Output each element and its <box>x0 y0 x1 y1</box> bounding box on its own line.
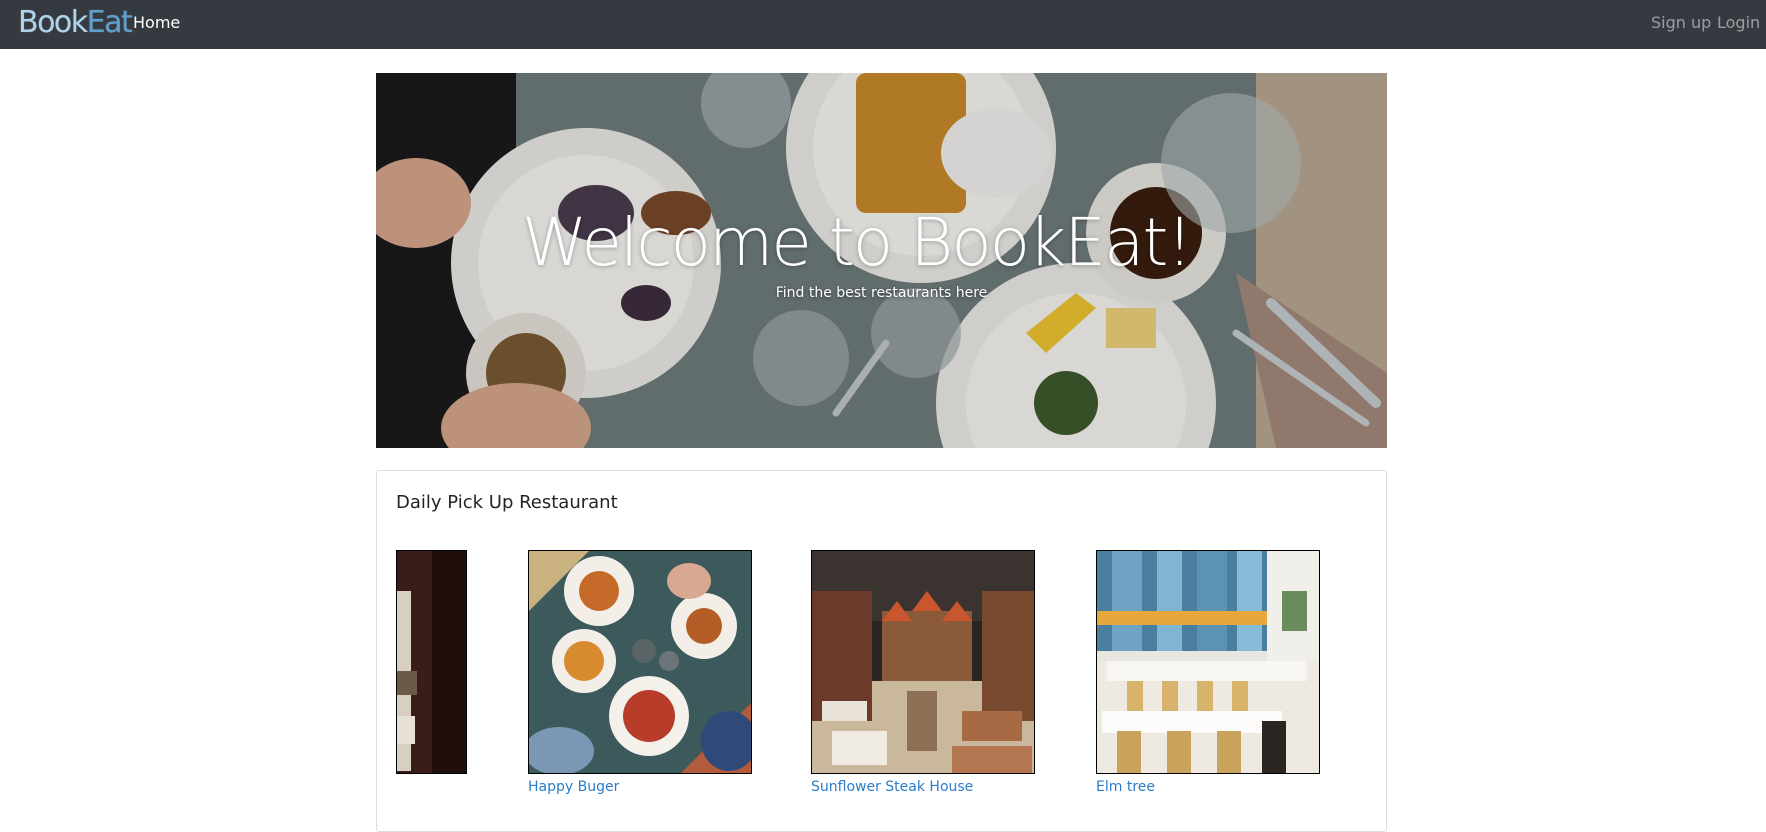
hero-heading: Welcome to BookEat! <box>522 204 1193 281</box>
daily-pick-title: Daily Pick Up Restaurant <box>396 492 618 513</box>
restaurant-link-elm-tree[interactable]: Elm tree <box>1096 777 1155 797</box>
restaurant-image-sunflower-steak-house[interactable] <box>811 550 1035 774</box>
hero-subtitle: Find the best restaurants here <box>775 285 988 301</box>
nav-signup-link[interactable]: Sign up <box>1651 12 1711 34</box>
brand-logo-book: Book <box>18 5 88 40</box>
nav-login-link[interactable]: Login <box>1717 12 1760 34</box>
brand-logo-eat: Eat <box>86 5 133 40</box>
restaurant-link-happy-buger[interactable]: Happy Buger <box>528 777 619 797</box>
restaurant-link-sunflower-steak-house[interactable]: Sunflower Steak House <box>811 777 973 797</box>
daily-pick-card: Daily Pick Up Restaurant Happy Buger Sun… <box>376 470 1387 832</box>
restaurant-image-happy-buger[interactable] <box>528 550 752 774</box>
hero-heading-wrap: Welcome to BookEat! <box>522 204 1193 282</box>
hero-banner: Welcome to BookEat! Find the best restau… <box>376 73 1387 448</box>
nav-home-link[interactable]: Home <box>133 12 180 34</box>
top-navbar: BookEat Home Sign up Login <box>0 0 1766 49</box>
restaurant-image-partial[interactable] <box>396 550 467 774</box>
restaurant-image-elm-tree[interactable] <box>1096 550 1320 774</box>
brand-logo[interactable]: BookEat <box>18 5 133 41</box>
